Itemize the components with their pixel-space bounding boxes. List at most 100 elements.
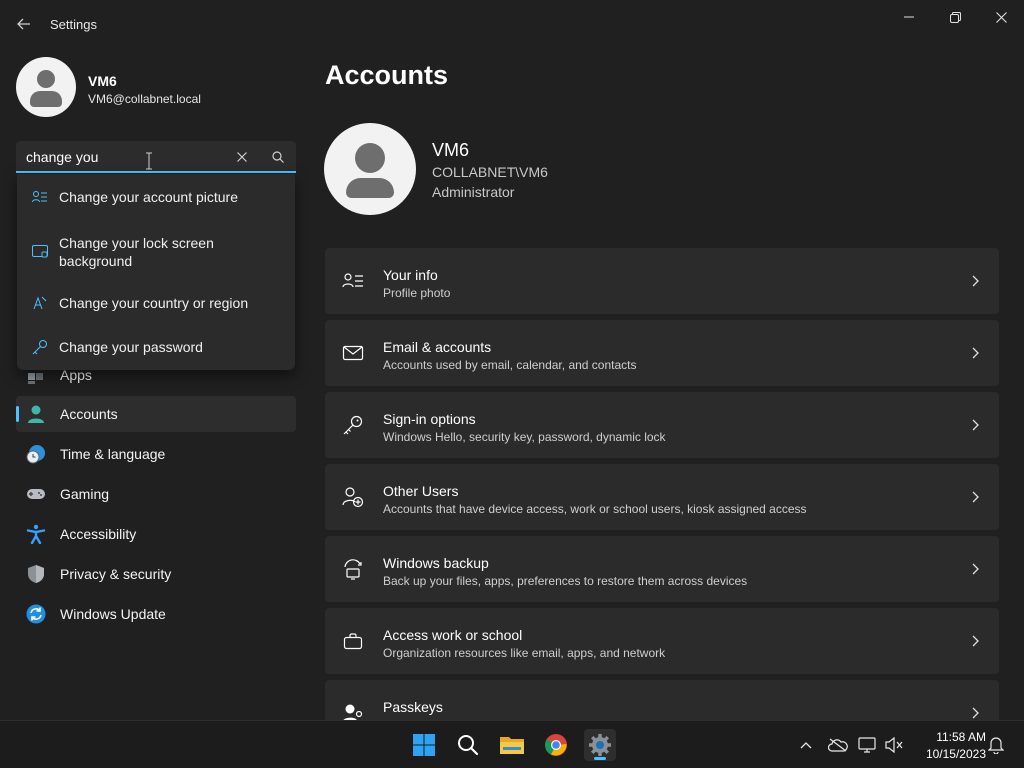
settings-icon xyxy=(589,734,611,756)
card-other-users[interactable]: Other Users Accounts that have device ac… xyxy=(325,464,999,530)
card-sign-in-options[interactable]: Sign-in options Windows Hello, security … xyxy=(325,392,999,458)
key-icon xyxy=(342,414,364,436)
chevron-right-icon xyxy=(967,560,983,578)
account-domain: COLLABNET\VM6 xyxy=(432,164,548,180)
card-description: Organization resources like email, apps,… xyxy=(383,646,666,660)
card-description: Accounts used by email, calendar, and co… xyxy=(383,358,637,372)
card-description: Profile photo xyxy=(383,286,451,300)
search-input[interactable] xyxy=(26,147,226,167)
sidebar-item-windows-update[interactable]: Windows Update xyxy=(16,596,296,632)
chrome-button[interactable] xyxy=(540,729,572,761)
close-icon xyxy=(995,11,1007,23)
windows-update-icon xyxy=(26,604,46,624)
selection-indicator xyxy=(16,406,19,422)
sidebar-item-label: Accounts xyxy=(60,406,118,422)
card-title: Passkeys xyxy=(383,699,443,715)
minimize-icon xyxy=(904,16,914,18)
profile-email: VM6@collabnet.local xyxy=(88,92,201,106)
taskbar: 11:58 AM 10/15/2023 xyxy=(0,720,1024,768)
suggestion-password[interactable]: Change your password xyxy=(17,336,295,358)
file-explorer-button[interactable] xyxy=(496,729,528,761)
volume-tray-button[interactable] xyxy=(884,735,904,755)
gaming-icon xyxy=(26,484,46,504)
app-title: Settings xyxy=(50,17,97,32)
search-suggestions: Change your account picture Change your … xyxy=(17,174,295,370)
sidebar-item-time-language[interactable]: Time & language xyxy=(16,436,296,472)
card-description: Back up your files, apps, preferences to… xyxy=(383,574,748,588)
card-description: Windows Hello, security key, password, d… xyxy=(383,430,666,444)
card-description: Accounts that have device access, work o… xyxy=(383,502,807,516)
clock-date[interactable]: 10/15/2023 xyxy=(912,747,986,761)
sidebar-item-privacy-security[interactable]: Privacy & security xyxy=(16,556,296,592)
briefcase-icon xyxy=(342,630,364,652)
account-avatar xyxy=(324,123,416,215)
card-windows-backup[interactable]: Windows backup Back up your files, apps,… xyxy=(325,536,999,602)
card-title: Other Users xyxy=(383,483,459,499)
sidebar-item-label: Accessibility xyxy=(60,526,137,542)
sidebar-item-label: Gaming xyxy=(60,486,110,502)
card-email-accounts[interactable]: Email & accounts Accounts used by email,… xyxy=(325,320,999,386)
active-app-indicator xyxy=(594,757,606,760)
card-title: Your info xyxy=(383,267,438,283)
card-title: Access work or school xyxy=(383,627,523,643)
restore-button[interactable] xyxy=(932,6,978,28)
backup-icon xyxy=(342,558,364,580)
chevron-up-icon xyxy=(800,742,812,749)
show-hidden-icons-button[interactable] xyxy=(796,735,816,755)
back-button[interactable] xyxy=(12,12,36,36)
add-user-icon xyxy=(342,486,364,508)
sidebar-item-gaming[interactable]: Gaming xyxy=(16,476,296,512)
chrome-icon xyxy=(545,734,567,756)
suggestion-country-region[interactable]: Change your country or region xyxy=(17,292,295,314)
search-button[interactable] xyxy=(268,147,288,167)
start-button[interactable] xyxy=(408,729,440,761)
title-bar: Settings xyxy=(0,0,1024,48)
sidebar-item-label: Time & language xyxy=(60,446,166,462)
account-name: VM6 xyxy=(432,140,470,160)
card-passkeys[interactable]: Passkeys xyxy=(325,680,999,723)
settings-taskbar-button[interactable] xyxy=(584,729,616,761)
chevron-right-icon xyxy=(967,488,983,506)
onedrive-tray-button[interactable] xyxy=(828,735,848,755)
card-your-info[interactable]: Your info Profile photo xyxy=(325,248,999,314)
suggestion-lock-screen[interactable]: Change your lock screen background xyxy=(17,232,295,272)
sidebar-item-accounts[interactable]: Accounts xyxy=(16,396,296,432)
maximize-icon xyxy=(949,11,961,23)
key-icon xyxy=(31,338,49,356)
chevron-right-icon xyxy=(967,632,983,650)
user-profile[interactable]: VM6 VM6@collabnet.local xyxy=(16,57,296,117)
network-tray-button[interactable] xyxy=(858,735,878,755)
chevron-right-icon xyxy=(967,416,983,434)
shield-icon xyxy=(26,564,46,584)
close-button[interactable] xyxy=(978,6,1024,28)
network-icon xyxy=(858,737,876,753)
file-explorer-icon xyxy=(500,737,524,754)
settings-search-box[interactable] xyxy=(16,141,296,173)
time-language-icon xyxy=(26,444,46,464)
minimize-button[interactable] xyxy=(886,6,932,28)
notifications-button[interactable] xyxy=(986,735,1006,755)
card-title: Sign-in options xyxy=(383,411,476,427)
volume-muted-icon xyxy=(885,737,903,753)
sidebar-item-label: Windows Update xyxy=(60,606,166,622)
suggestion-account-picture[interactable]: Change your account picture xyxy=(17,186,295,208)
taskbar-search-button[interactable] xyxy=(452,729,484,761)
sidebar-item-accessibility[interactable]: Accessibility xyxy=(16,516,296,552)
suggestion-label: Change your password xyxy=(59,339,203,355)
suggestion-label: Change your country or region xyxy=(59,295,249,311)
card-access-work-school[interactable]: Access work or school Organization resou… xyxy=(325,608,999,674)
close-icon xyxy=(237,152,247,162)
clock-time[interactable]: 11:58 AM xyxy=(920,730,986,744)
onedrive-icon xyxy=(828,738,848,752)
card-title: Email & accounts xyxy=(383,339,492,355)
text-cursor-icon xyxy=(145,152,153,170)
account-role: Administrator xyxy=(432,184,515,200)
language-region-icon xyxy=(31,294,49,312)
clear-search-button[interactable] xyxy=(232,147,252,167)
back-arrow-icon xyxy=(17,18,30,30)
your-info-icon xyxy=(342,270,364,292)
suggestion-label: Change your lock screen background xyxy=(59,235,214,269)
avatar xyxy=(16,57,76,117)
search-icon xyxy=(458,735,479,756)
sidebar-item-label: Privacy & security xyxy=(60,566,172,582)
